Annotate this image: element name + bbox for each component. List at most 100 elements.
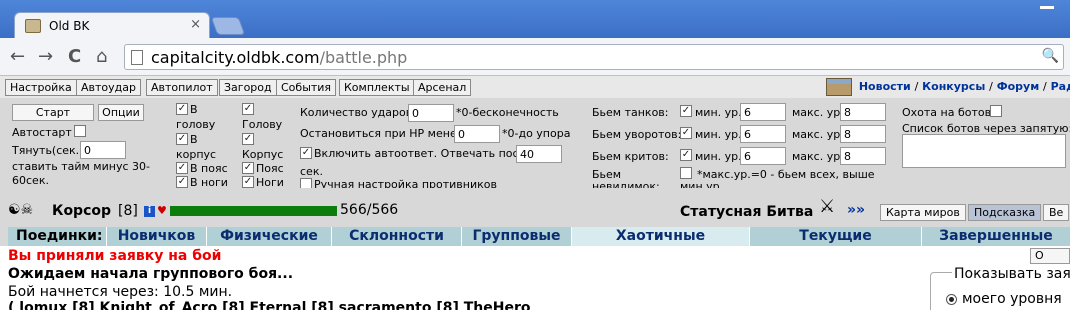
bots-list-textarea[interactable] xyxy=(902,134,1066,168)
bots-hunt-checkbox[interactable] xyxy=(990,105,1002,117)
battle-content: Вы приняли заявку на бой Ожидаем начала … xyxy=(0,246,1070,310)
crits-max-label: макс. ур. xyxy=(792,150,844,163)
hit-head-checkbox[interactable] xyxy=(176,103,188,115)
back-arrow-icon[interactable]: ← xyxy=(10,47,25,67)
hit-body-checkbox[interactable] xyxy=(176,133,188,145)
crits-min-input[interactable] xyxy=(740,147,786,165)
hit-belt-label: В пояс xyxy=(190,162,228,175)
news-link[interactable]: Новости xyxy=(859,80,911,93)
invisibles-checkbox[interactable] xyxy=(680,167,692,179)
home-icon[interactable]: ⌂ xyxy=(96,47,107,67)
radio-link[interactable]: Радио xyxy=(1051,80,1070,93)
forward-arrow-icon[interactable]: → xyxy=(38,47,53,67)
autoreply-checkbox[interactable] xyxy=(300,147,312,159)
clan-skull-icon: ☯☠ xyxy=(8,202,34,218)
menu-autopilot-button[interactable]: Автопилот xyxy=(146,79,218,96)
crits-checkbox[interactable] xyxy=(680,149,692,161)
bots-hunt-label: Охота на ботов: xyxy=(902,106,995,119)
autostart-checkbox[interactable] xyxy=(74,125,86,137)
start-timer: Бой начнется через: 10.5 мин. xyxy=(8,284,233,300)
my-level-label: моего уровня xyxy=(962,291,1062,307)
player-info-icon[interactable]: i xyxy=(144,206,155,217)
hits-count-input[interactable] xyxy=(408,104,454,122)
autoreply-unit: сек. xyxy=(300,165,323,178)
more-button[interactable]: Ве xyxy=(1043,204,1070,221)
hit-belt-checkbox[interactable] xyxy=(176,162,188,174)
browser-toolbar: ← → C ⌂ capitalcity.oldbk.com/battle.php… xyxy=(0,38,1070,76)
top-menu: Настройка Автоудар Автопилот Загород Соб… xyxy=(0,76,1070,98)
address-bar[interactable]: capitalcity.oldbk.com/battle.php 🔍 xyxy=(124,44,1064,70)
pull-label: Тянуть(сек.): xyxy=(12,144,88,157)
autoreply-input[interactable] xyxy=(516,145,562,163)
url-text: capitalcity.oldbk.com/battle.php xyxy=(151,48,408,67)
pull-seconds-input[interactable] xyxy=(80,141,126,159)
autopilot-settings: Старт Опции Автостарт Тянуть(сек.): став… xyxy=(0,98,1070,190)
dodgers-max-input[interactable] xyxy=(840,125,886,143)
tanks-checkbox[interactable] xyxy=(680,105,692,117)
hit-legs-checkbox[interactable] xyxy=(176,176,188,188)
block-legs-checkbox[interactable] xyxy=(242,176,254,188)
dodgers-min-label: мин. ур. xyxy=(695,128,742,141)
options-button[interactable]: Опции xyxy=(98,104,144,121)
player-name[interactable]: Корсор xyxy=(52,203,111,219)
tanks-min-input[interactable] xyxy=(740,103,786,121)
show-filter-legend: Показывать зая xyxy=(952,266,1070,282)
crits-min-label: мин. ур. xyxy=(695,150,742,163)
crits-max-input[interactable] xyxy=(840,147,886,165)
forward-arrows-link[interactable]: »» xyxy=(847,202,865,218)
dodgers-min-input[interactable] xyxy=(740,125,786,143)
block-belt-checkbox[interactable] xyxy=(242,162,254,174)
refresh-button[interactable]: О xyxy=(1030,248,1070,264)
hit-body-label-1: В xyxy=(190,133,198,146)
forum-link[interactable]: Форум xyxy=(997,80,1040,93)
crits-label: Бьем критов: xyxy=(592,150,669,163)
start-button[interactable]: Старт xyxy=(12,104,94,121)
menu-sets-button[interactable]: Комплекты xyxy=(339,79,415,96)
world-map-button[interactable]: Карта миров xyxy=(880,204,966,221)
tab-group[interactable]: Групповые xyxy=(461,227,571,246)
reload-icon[interactable]: C xyxy=(68,47,81,67)
browser-tab[interactable]: Old BK × xyxy=(14,12,210,39)
tanks-label: Бьем танков: xyxy=(592,106,669,119)
waiting-message: Ожидаем начала группового боя... xyxy=(8,266,294,282)
player-bar: ☯☠ Корсор [8] i ♥ 566/566 Статусная Битв… xyxy=(0,188,1070,226)
contests-link[interactable]: Конкурсы xyxy=(922,80,985,93)
hit-head-label-1: В xyxy=(190,103,198,116)
tab-chaotic[interactable]: Хаотичные xyxy=(571,227,749,246)
tab-novice[interactable]: Новичков xyxy=(106,227,206,246)
tanks-max-label: макс. ур. xyxy=(792,106,844,119)
block-body-checkbox[interactable] xyxy=(242,133,254,145)
window-minimize-icon[interactable] xyxy=(1040,6,1054,9)
building-icon xyxy=(826,78,852,96)
page-icon xyxy=(131,50,143,65)
stop-hp-label: Остановиться при HP менее: xyxy=(300,127,468,140)
new-tab-button[interactable] xyxy=(210,17,246,35)
menu-outskirts-button[interactable]: Загород xyxy=(219,79,277,96)
menu-arsenal-button[interactable]: Арсенал xyxy=(413,79,472,96)
tanks-max-input[interactable] xyxy=(840,103,886,121)
dodgers-checkbox[interactable] xyxy=(680,127,692,139)
hit-legs-label: В ноги xyxy=(190,176,228,188)
tab-title: Old BK xyxy=(49,19,90,33)
tab-close-icon[interactable]: × xyxy=(190,17,201,32)
menu-autohit-button[interactable]: Автоудар xyxy=(76,79,141,96)
autostart-label: Автостарт xyxy=(12,126,72,139)
team-list: ( lomux [8] Knight_of_Acro [8] Eternal [… xyxy=(8,300,531,310)
hits-count-label: Количество ударов: xyxy=(300,106,416,119)
block-head-checkbox[interactable] xyxy=(242,103,254,115)
tab-physical[interactable]: Физические xyxy=(206,227,331,246)
autoreply-label: Включить автоответ. Отвечать после xyxy=(314,147,533,160)
hit-body-label-2: корпус xyxy=(176,148,217,161)
tab-current[interactable]: Текущие xyxy=(749,227,921,246)
block-belt-label: Пояс xyxy=(256,162,284,175)
menu-events-button[interactable]: События xyxy=(276,79,337,96)
zoom-icon[interactable]: 🔍 xyxy=(1042,48,1059,64)
pull-hint-2: 60сек. xyxy=(12,174,49,187)
my-level-radio[interactable] xyxy=(946,294,957,305)
tab-finished[interactable]: Завершенные xyxy=(921,227,1070,246)
hint-button[interactable]: Подсказка xyxy=(968,204,1042,221)
stop-hp-input[interactable] xyxy=(454,125,500,143)
menu-settings-button[interactable]: Настройка xyxy=(5,79,77,96)
tab-alignment[interactable]: Склонности xyxy=(331,227,461,246)
stop-hp-hint: *0-до упора xyxy=(502,127,571,140)
